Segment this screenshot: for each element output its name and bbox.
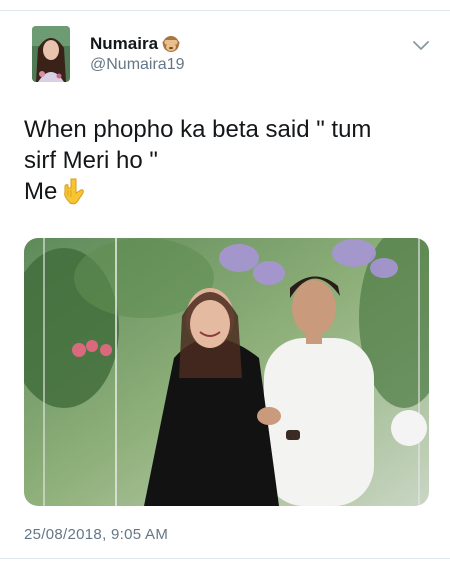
author-handle[interactable]: @Numaira19 bbox=[90, 56, 185, 74]
see-no-evil-monkey-icon bbox=[162, 36, 180, 52]
bottom-divider bbox=[0, 558, 450, 559]
tweet-text: When phopho ka beta said " tum sirf Meri… bbox=[24, 114, 434, 207]
avatar-image bbox=[32, 26, 70, 82]
tweet-timestamp[interactable]: 25/08/2018, 9:05 AM bbox=[24, 526, 168, 543]
backhand-index-pointing-down-icon bbox=[64, 178, 85, 205]
top-divider bbox=[0, 10, 450, 11]
author-name-row: Numaira bbox=[90, 34, 180, 54]
tweet-photo[interactable] bbox=[24, 238, 429, 506]
author-display-name[interactable]: Numaira bbox=[90, 34, 158, 54]
tweet-photo-image bbox=[24, 238, 429, 506]
tweet-text-line-3: Me bbox=[24, 176, 434, 207]
tweet-text-line-3-text: Me bbox=[24, 178, 58, 205]
chevron-down-icon[interactable] bbox=[412, 40, 430, 52]
tweet-text-line-2: sirf Meri ho " bbox=[24, 147, 158, 174]
tweet-text-line-1: When phopho ka beta said " tum bbox=[24, 116, 372, 143]
avatar[interactable] bbox=[32, 26, 70, 82]
